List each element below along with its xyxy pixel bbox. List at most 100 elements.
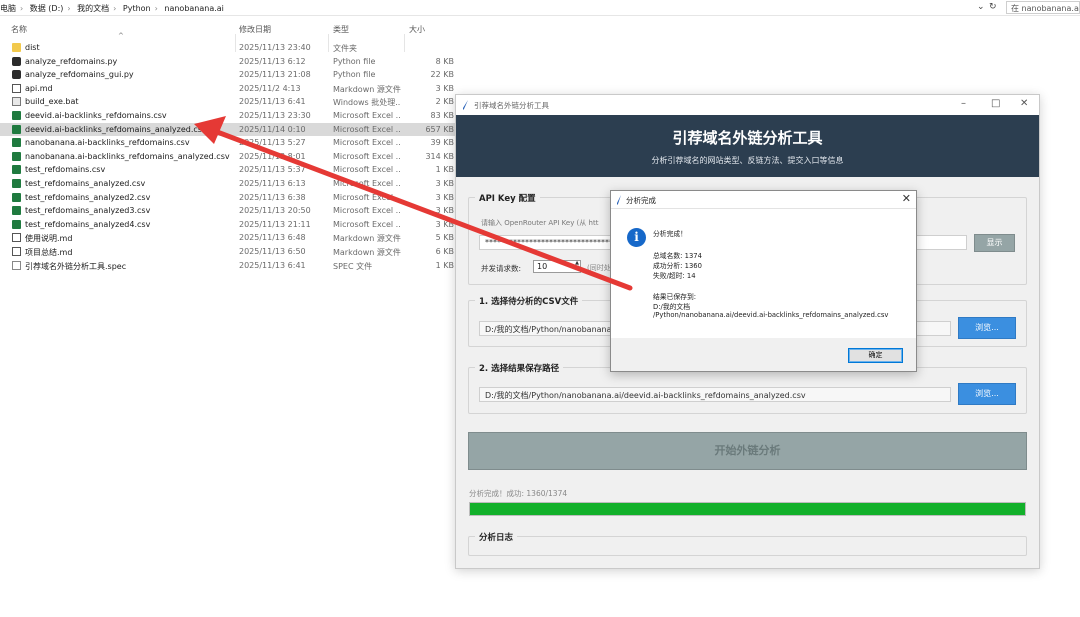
stepper-arrows-icon[interactable]: ▲ ▼: [575, 261, 579, 271]
file-size: 3 KB: [435, 192, 454, 202]
file-date: 2025/11/13 6:41: [239, 97, 306, 107]
file-size: 1 KB: [435, 260, 454, 270]
file-date: 2025/11/13 23:30: [239, 110, 311, 120]
file-row[interactable]: nanobanana.ai-backlinks_refdomains.csv 20…: [0, 136, 458, 150]
maximize-icon[interactable]: □: [991, 98, 1000, 109]
file-row[interactable]: dist 2025/11/13 23:40 文件夹: [0, 41, 458, 55]
browse-csv-button[interactable]: 浏览...: [958, 317, 1016, 339]
file-row[interactable]: nanobanana.ai-backlinks_refdomains_analy…: [0, 150, 458, 164]
concurrency-stepper[interactable]: 10 ▲ ▼: [533, 260, 581, 273]
ok-button[interactable]: 确定: [848, 348, 903, 363]
file-row[interactable]: test_refdomains_analyzed3.csv 2025/11/13 …: [0, 204, 458, 218]
file-name: test_refdomains_analyzed3.csv: [25, 206, 151, 216]
column-name[interactable]: 名称: [11, 24, 27, 35]
file-name: api.md: [25, 83, 53, 93]
status-text: 分析完成！成功: 1360/1374: [469, 489, 568, 498]
file-date: 2025/11/13 21:08: [239, 70, 311, 80]
file-size: 657 KB: [425, 124, 454, 134]
file-type: Microsoft Excel ...: [333, 124, 401, 134]
file-size: 22 KB: [430, 70, 454, 80]
file-type: Markdown 源文件: [333, 234, 401, 244]
dialog-body: i 分析完成！ 总域名数: 1374 成功分析: 1360 失败/超时: 14 …: [611, 209, 916, 338]
chevron-right-icon: ›: [67, 4, 71, 13]
progress-fill: [470, 503, 1025, 515]
file-list: dist 2025/11/13 23:40 文件夹 analyze_refdomain…: [0, 41, 458, 272]
save-path-input[interactable]: D:/我的文档/Python/nanobanana.ai/deevid.ai-b…: [479, 387, 951, 402]
close-icon[interactable]: ✕: [1020, 98, 1028, 109]
file-name: analyze_refdomains.py: [25, 56, 118, 66]
folder-icon: [12, 43, 21, 52]
show-key-button[interactable]: 显示: [974, 234, 1015, 252]
file-row[interactable]: 项目总结.md 2025/11/13 6:50 Markdown 源文件 6 KB: [0, 245, 458, 259]
breadcrumb-item[interactable]: Python: [123, 4, 151, 13]
file-size: 5 KB: [435, 233, 454, 243]
breadcrumb-item[interactable]: 数据 (D:): [30, 4, 64, 13]
markdown-file-icon: [12, 246, 21, 256]
file-date: 2025/11/13 6:38: [239, 192, 306, 202]
csv-file-icon: [12, 151, 21, 161]
batch-file-icon: [12, 97, 21, 107]
file-row[interactable]: test_refdomains_analyzed4.csv 2025/11/13 …: [0, 218, 458, 232]
file-type: Python file: [333, 70, 376, 80]
file-row[interactable]: deevid.ai-backlinks_refdomains.csv 2025/1…: [0, 109, 458, 123]
column-type[interactable]: 类型: [333, 24, 349, 35]
file-date: 2025/11/13 6:48: [239, 233, 306, 243]
address-bar[interactable]: 电脑 › 数据 (D:) › 我的文档 › Python › nanobanana.ai…: [0, 0, 1080, 16]
chevron-down-icon[interactable]: ⌄: [977, 2, 985, 12]
search-input[interactable]: 在 nanobanana.ai 中: [1006, 1, 1080, 14]
dialog-titlebar[interactable]: 分析完成 ✕: [611, 191, 916, 209]
file-size: 3 KB: [435, 178, 454, 188]
file-name: 项目总结.md: [25, 247, 73, 257]
file-size: 6 KB: [435, 246, 454, 256]
markdown-file-icon: [12, 233, 21, 243]
csv-file-icon: [12, 206, 21, 216]
file-date: 2025/11/13 6:50: [239, 246, 306, 256]
file-name: deevid.ai-backlinks_refdomains_analyzed.…: [25, 124, 207, 134]
file-date: 2025/11/14 0:10: [239, 124, 306, 134]
file-row[interactable]: deevid.ai-backlinks_refdomains_analyzed.…: [0, 122, 458, 137]
file-row[interactable]: analyze_refdomains_gui.py 2025/11/13 21:0…: [0, 68, 458, 82]
start-analysis-button[interactable]: 开始外链分析: [468, 432, 1027, 470]
file-row[interactable]: 使用说明.md 2025/11/13 6:48 Markdown 源文件 5 KB: [0, 231, 458, 245]
group-title: 2. 选择结果保存路径: [475, 362, 564, 374]
file-name: dist: [25, 43, 40, 52]
column-date[interactable]: 修改日期: [239, 24, 271, 35]
file-size: 3 KB: [435, 206, 454, 216]
concurrency-label: 并发请求数:: [481, 264, 522, 273]
file-name: test_refdomains_analyzed2.csv: [25, 192, 151, 202]
analysis-complete-dialog: 分析完成 ✕ i 分析完成！ 总域名数: 1374 成功分析: 1360 失败/…: [610, 190, 917, 372]
file-row[interactable]: analyze_refdomains.py 2025/11/13 6:12 Pyth…: [0, 55, 458, 69]
column-size[interactable]: 大小: [409, 24, 425, 35]
file-type: Microsoft Excel ...: [333, 192, 401, 202]
file-row[interactable]: api.md 2025/11/2 4:13 Markdown 源文件 3 KB: [0, 82, 458, 96]
api-hint: 请输入 OpenRouter API Key (从 htt: [481, 219, 599, 227]
minimize-icon[interactable]: –: [961, 98, 966, 109]
refresh-icon[interactable]: ↻: [989, 2, 997, 12]
window-titlebar[interactable]: 引荐域名外链分析工具 – □ ✕: [456, 95, 1039, 115]
group-title: API Key 配置: [475, 192, 540, 204]
close-icon[interactable]: ✕: [902, 192, 911, 205]
file-size: 39 KB: [430, 138, 454, 148]
file-row[interactable]: test_refdomains_analyzed2.csv 2025/11/13 …: [0, 191, 458, 205]
concurrency-value: 10: [537, 262, 548, 271]
csv-file-icon: [12, 178, 21, 188]
breadcrumb-item[interactable]: nanobanana.ai: [164, 4, 224, 13]
browse-save-button[interactable]: 浏览...: [958, 383, 1016, 405]
chevron-right-icon: ›: [154, 4, 158, 13]
breadcrumb-item[interactable]: 我的文档: [77, 4, 109, 13]
csv-file-icon: [12, 219, 21, 229]
file-size: 8 KB: [435, 56, 454, 66]
chevron-right-icon: ›: [20, 4, 24, 13]
file-type: Markdown 源文件: [333, 247, 401, 257]
file-row[interactable]: test_refdomains.csv 2025/11/13 5:37 Micros…: [0, 163, 458, 177]
breadcrumb-item[interactable]: 电脑: [0, 4, 16, 13]
file-name: 使用说明.md: [25, 234, 73, 244]
message-line: 失败/超时: 14: [653, 272, 696, 280]
file-size: 3 KB: [435, 219, 454, 229]
file-row[interactable]: build_exe.bat 2025/11/13 6:41 Windows 批处理.…: [0, 95, 458, 109]
file-date: 2025/11/13 20:50: [239, 206, 311, 216]
csv-file-icon: [12, 192, 21, 202]
file-row[interactable]: test_refdomains_analyzed.csv 2025/11/13 6…: [0, 177, 458, 191]
message-line: 总域名数: 1374: [653, 252, 702, 260]
file-row[interactable]: 引荐域名外链分析工具.spec 2025/11/13 6:41 SPEC 文件 1 K…: [0, 259, 458, 273]
